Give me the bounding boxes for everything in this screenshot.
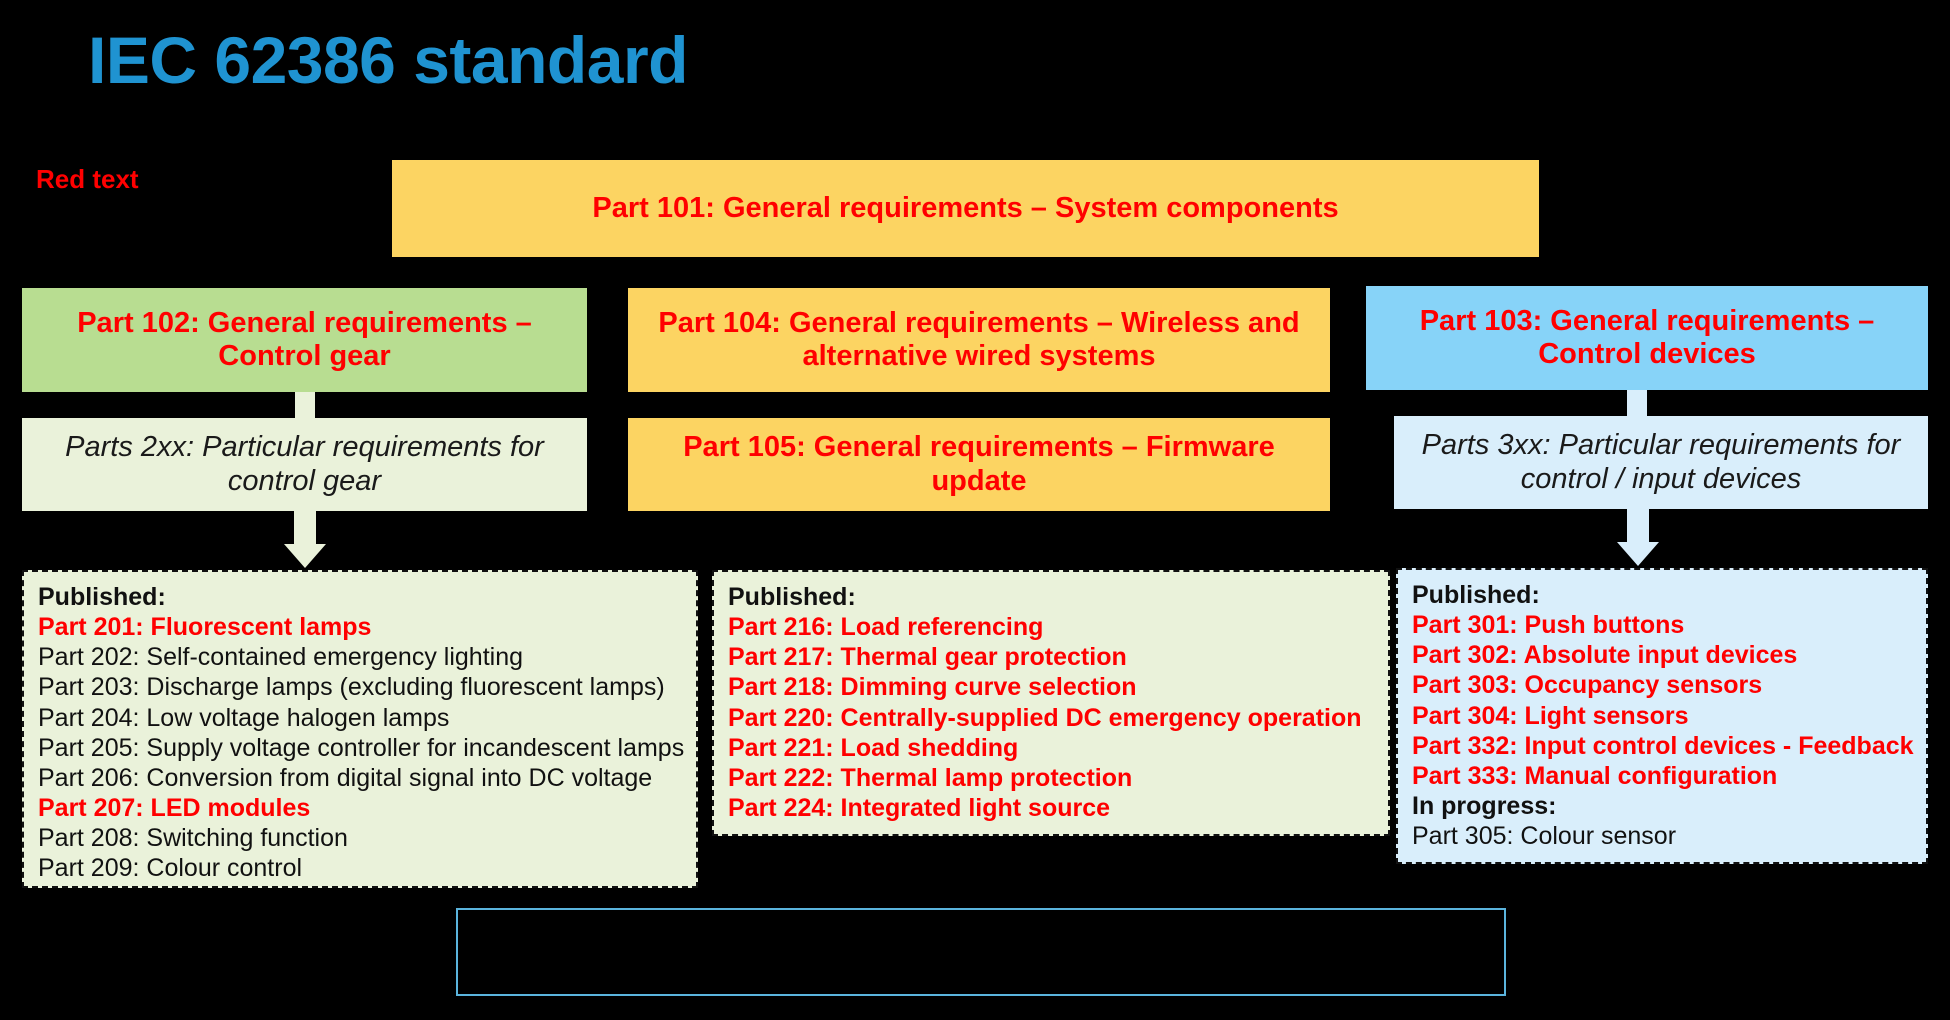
list-item: Part 205: Supply voltage controller for … (38, 733, 685, 762)
empty-note-box[interactable] (456, 908, 1506, 996)
legend-red-text-label: Red text (36, 164, 139, 194)
box-part-102: Part 102: General requirements – Control… (22, 288, 587, 392)
list-item: Part 221: Load shedding (728, 733, 1019, 762)
list-item: Part 203: Discharge lamps (excluding flu… (38, 673, 665, 702)
list-item: Part 302: Absolute input devices (1412, 641, 1798, 670)
list-item: Part 202: Self-contained emergency light… (38, 643, 524, 672)
features-list: Published: Part 216: Load referencing Part… (728, 582, 1376, 823)
box-part-101: Part 101: General requirements – System … (392, 160, 1539, 257)
page-title: IEC 62386 standard (88, 23, 688, 97)
box-part-101-label: Part 101: General requirements – System … (592, 191, 1339, 224)
list-item: Part 222: Thermal lamp protection (728, 763, 1133, 792)
arrow-head-control-gear (284, 544, 326, 568)
list-item: Part 332: Input control devices - Feedba… (1412, 731, 1914, 760)
list-item: Published: (728, 583, 856, 611)
list-item: Part 216: Load referencing (728, 613, 1044, 642)
list-item: Part 209: Colour control (38, 854, 303, 883)
list-item: Part 301: Push buttons (1412, 611, 1685, 640)
list-item: Part 303: Occupancy sensors (1412, 671, 1763, 700)
list-item: Part 201: Fluorescent lamps (38, 613, 372, 642)
list-item: Published: (1412, 581, 1540, 609)
diagram-canvas: IEC 62386 standard Red text Part 101: Ge… (0, 0, 1950, 1020)
connector-part-103-to-parts-3xx (1627, 390, 1647, 416)
list-item: Part 333: Manual configuration (1412, 761, 1778, 790)
box-parts-3xx: Parts 3xx: Particular requirements for c… (1394, 416, 1928, 509)
list-item: Part 220: Centrally-supplied DC emergenc… (728, 703, 1362, 732)
arrow-stem-control-gear (294, 511, 316, 544)
box-part-104: Part 104: General requirements – Wireles… (628, 288, 1330, 392)
connector-part-102-to-parts-2xx (295, 392, 315, 418)
list-item: Part 218: Dimming curve selection (728, 673, 1137, 702)
list-item: Part 206: Conversion from digital signal… (38, 763, 653, 792)
list-item: Part 204: Low voltage halogen lamps (38, 703, 450, 732)
box-parts-2xx: Parts 2xx: Particular requirements for c… (22, 418, 587, 511)
box-part-104-label: Part 104: General requirements – Wireles… (658, 306, 1300, 372)
list-box-control-devices: Published: Part 301: Push buttons Part 302… (1396, 568, 1928, 864)
box-part-103: Part 103: General requirements – Control… (1366, 286, 1928, 390)
list-item: Part 304: Light sensors (1412, 701, 1689, 730)
list-item: Part 224: Integrated light source (728, 793, 1111, 822)
list-item: Part 208: Switching function (38, 824, 348, 852)
list-item: Part 217: Thermal gear protection (728, 643, 1127, 672)
box-parts-3xx-label: Parts 3xx: Particular requirements for c… (1421, 429, 1901, 495)
list-box-features: Published: Part 216: Load referencing Part… (712, 570, 1390, 836)
control-devices-list: Published: Part 301: Push buttons Part 302… (1412, 580, 1914, 851)
box-part-105-label: Part 105: General requirements – Firmwar… (683, 431, 1275, 497)
list-item: Published: (38, 583, 166, 611)
box-part-105: Part 105: General requirements – Firmwar… (628, 418, 1330, 511)
box-parts-2xx-label: Parts 2xx: Particular requirements for c… (65, 431, 544, 497)
list-box-control-gear: Published: Part 201: Fluorescent lamps Par… (22, 570, 698, 888)
control-gear-list: Published: Part 201: Fluorescent lamps Par… (38, 582, 684, 883)
box-part-103-label: Part 103: General requirements – Control… (1419, 304, 1875, 370)
list-item: Part 207: LED modules (38, 793, 311, 822)
list-item: In progress: (1412, 791, 1557, 820)
list-item: Part 305: Colour sensor (1412, 822, 1677, 850)
box-part-102-label: Part 102: General requirements – Control… (77, 306, 532, 372)
arrow-stem-control-devices (1627, 509, 1649, 542)
arrow-head-control-devices (1617, 542, 1659, 566)
